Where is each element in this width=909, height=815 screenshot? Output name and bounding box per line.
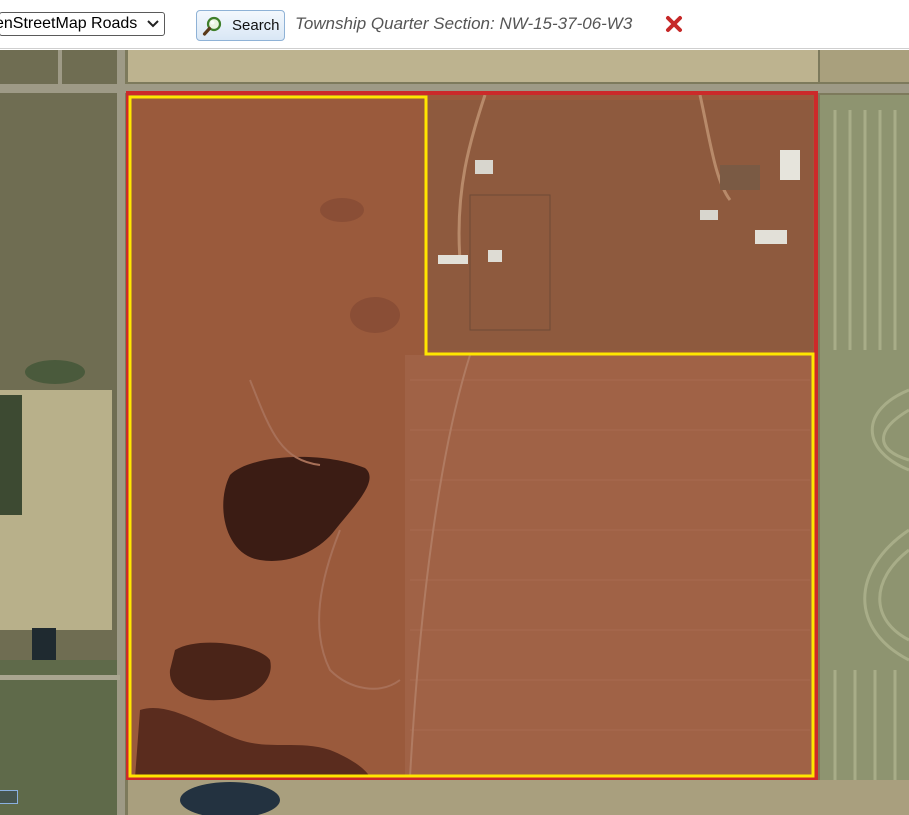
search-button-label: Search bbox=[232, 17, 280, 34]
satellite-map-view[interactable] bbox=[0, 50, 909, 815]
north-field bbox=[128, 50, 818, 82]
farm-building bbox=[438, 255, 468, 264]
farm-building bbox=[475, 160, 493, 174]
small-pond bbox=[32, 628, 56, 660]
quarter-section-label: Township Quarter Section: NW-15-37-06-W3 bbox=[295, 14, 633, 33]
equipment-area bbox=[720, 165, 760, 190]
farm-building bbox=[488, 250, 502, 262]
search-button[interactable]: Search bbox=[196, 10, 285, 41]
map-scale-control[interactable] bbox=[0, 790, 18, 804]
northeast-field bbox=[820, 50, 909, 82]
field-lane bbox=[58, 50, 62, 84]
magnifier-icon bbox=[202, 16, 222, 36]
close-icon[interactable] bbox=[665, 15, 683, 33]
shrub-cluster bbox=[25, 360, 85, 384]
map-canvas[interactable] bbox=[0, 50, 909, 815]
farmyard bbox=[428, 100, 813, 350]
farm-building bbox=[780, 150, 800, 180]
shrub-patch bbox=[320, 198, 364, 222]
farm-building bbox=[755, 230, 787, 244]
chevron-down-icon bbox=[147, 20, 159, 28]
basemap-layer-select[interactable]: enStreetMap Roads bbox=[0, 12, 165, 36]
map-toolbar: enStreetMap Roads Search Township Quarte… bbox=[0, 0, 909, 49]
lower-left-field bbox=[0, 660, 120, 815]
shrub-patch bbox=[350, 297, 400, 333]
basemap-layer-select-value: enStreetMap Roads bbox=[0, 15, 138, 32]
farm-lane bbox=[0, 675, 120, 680]
farm-building bbox=[700, 210, 718, 220]
west-road bbox=[117, 50, 125, 815]
cultivated-field bbox=[405, 355, 815, 777]
tree-stand bbox=[0, 395, 22, 515]
